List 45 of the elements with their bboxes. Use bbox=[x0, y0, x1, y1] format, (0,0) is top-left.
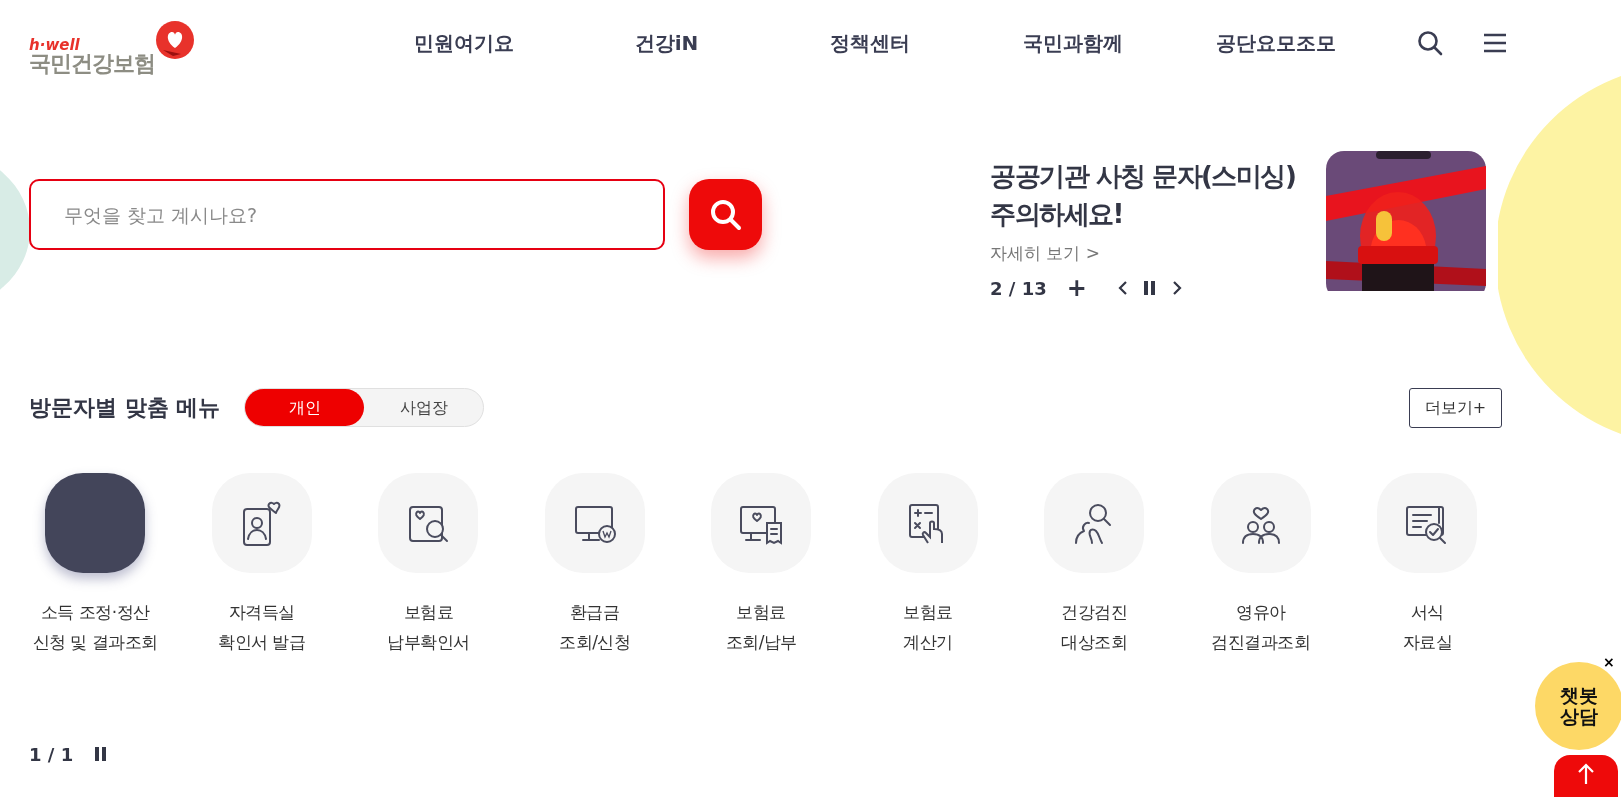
logo-tagline: h·well bbox=[29, 37, 81, 53]
menu-tile[interactable] bbox=[1210, 472, 1311, 573]
page-counter: 1 / 1 bbox=[29, 742, 74, 767]
menu-label[interactable]: 보험료 조회/납부 bbox=[725, 596, 797, 657]
banner-title: 공공기관 사칭 문자(스미싱) 주의하세요! bbox=[990, 160, 1297, 231]
nav-link[interactable]: 민원여기요 bbox=[413, 28, 514, 58]
menu-label[interactable]: 건강검진 대상조회 bbox=[1061, 596, 1128, 657]
menu-label[interactable]: 자격득실 확인서 발급 bbox=[218, 596, 306, 657]
menu-tile[interactable] bbox=[877, 472, 978, 573]
menu-label[interactable]: 보험료 납부확인서 bbox=[387, 596, 470, 657]
slide-counter: 2 / 13 bbox=[990, 276, 1047, 301]
menu-tile[interactable] bbox=[378, 472, 479, 573]
menu-label[interactable]: 보험료 계산기 bbox=[903, 596, 953, 657]
nav-link[interactable]: 공단요모조모 bbox=[1215, 28, 1336, 58]
menu-tile[interactable] bbox=[45, 472, 146, 573]
more-button[interactable]: 더보기+ bbox=[1409, 387, 1502, 428]
visitor-tab[interactable]: 사업장 bbox=[364, 389, 484, 427]
pause-icon[interactable] bbox=[95, 746, 108, 763]
details-link[interactable]: 자세히 보기 > bbox=[990, 241, 1101, 267]
nav-link[interactable]: 국민과함께 bbox=[1022, 28, 1123, 58]
section-title: 방문자별 맞춤 메뉴 bbox=[29, 394, 221, 423]
menu-icon[interactable] bbox=[1483, 33, 1507, 53]
add-button[interactable]: + bbox=[1066, 276, 1087, 301]
pause-icon[interactable] bbox=[1142, 280, 1157, 297]
menu-label[interactable]: 영유아 검진결과조회 bbox=[1211, 596, 1311, 657]
visitor-tab[interactable]: 개인 bbox=[245, 389, 365, 427]
menu-label[interactable]: 환급금 조회/신청 bbox=[559, 596, 631, 657]
search-icon bbox=[708, 197, 743, 232]
logo-name: 국민건강보험 bbox=[29, 52, 155, 75]
next-icon[interactable] bbox=[1170, 280, 1183, 297]
nav-link[interactable]: 정책센터 bbox=[829, 28, 910, 58]
menu-tile[interactable] bbox=[544, 472, 645, 573]
menu-label[interactable]: 서식 자료실 bbox=[1402, 596, 1452, 657]
menu-tile[interactable] bbox=[1044, 472, 1145, 573]
previous-icon[interactable] bbox=[1116, 280, 1129, 297]
menu-label[interactable]: 소득 조정·정산 신청 및 결과조회 bbox=[32, 596, 158, 657]
search-button[interactable] bbox=[689, 179, 762, 250]
menu-tile[interactable] bbox=[1377, 472, 1478, 573]
search-field[interactable]: 무엇을 찾고 계시나요? bbox=[29, 179, 665, 250]
nav-link[interactable]: 건강iN bbox=[634, 28, 699, 58]
menu-tile[interactable] bbox=[711, 472, 812, 573]
scroll-top-button[interactable] bbox=[1554, 755, 1618, 797]
arrow-up-icon bbox=[1577, 763, 1595, 785]
search-icon[interactable] bbox=[1417, 30, 1443, 56]
menu-tile[interactable] bbox=[211, 472, 312, 573]
